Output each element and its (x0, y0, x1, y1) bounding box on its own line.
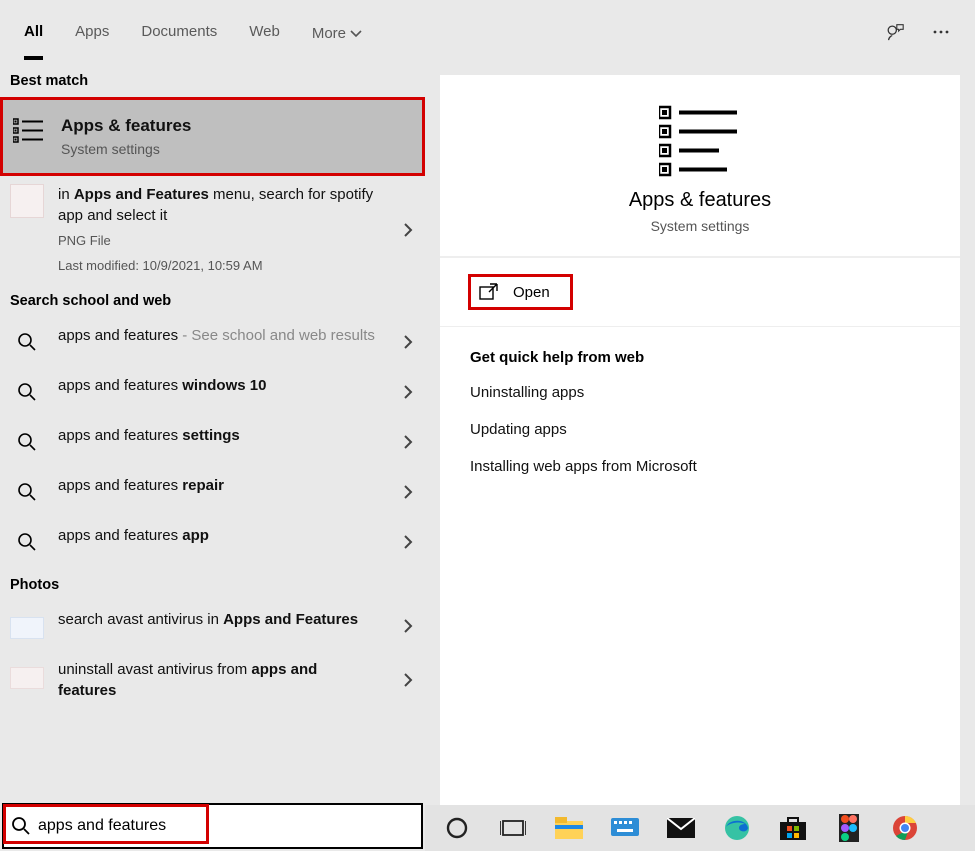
apps-features-list-icon (13, 114, 47, 148)
web-result-text: apps and features app (58, 525, 415, 546)
web-result-text: apps and features windows 10 (58, 375, 415, 396)
photo-result-search-avast[interactable]: search avast antivirus in Apps and Featu… (0, 601, 425, 651)
chevron-right-icon (403, 222, 413, 238)
file-result-type: PNG File (58, 232, 379, 250)
open-external-icon (479, 283, 499, 301)
open-button-label: Open (513, 284, 550, 301)
scope-tabs: All Apps Documents Web More (24, 3, 362, 60)
web-result-text: apps and features repair (58, 475, 415, 496)
cortana-icon[interactable] (441, 812, 473, 844)
help-link-updating[interactable]: Updating apps (470, 421, 930, 438)
results-pane: Best match Apps & features System settin… (0, 63, 425, 851)
web-result-text: apps and features - See school and web r… (58, 325, 415, 346)
figma-icon[interactable] (833, 812, 865, 844)
tab-more-label: More (312, 25, 346, 42)
search-icon (4, 816, 38, 836)
photo-result-text: search avast antivirus in Apps and Featu… (58, 609, 415, 630)
section-best-match: Best match (0, 63, 425, 97)
task-view-icon[interactable] (497, 812, 529, 844)
chevron-right-icon (403, 484, 413, 500)
chevron-right-icon (403, 672, 413, 688)
file-result[interactable]: in Apps and Features menu, search for sp… (0, 176, 425, 282)
file-result-modified: Last modified: 10/9/2021, 10:59 AM (58, 257, 379, 275)
chevron-right-icon (403, 384, 413, 400)
tab-apps[interactable]: Apps (75, 3, 109, 60)
chevron-down-icon (350, 28, 362, 40)
preview-header: Apps & features System settings (440, 75, 960, 257)
feedback-icon[interactable] (885, 22, 905, 42)
tab-all[interactable]: All (24, 3, 43, 60)
file-result-title: in Apps and Features menu, search for sp… (58, 184, 379, 226)
search-header: All Apps Documents Web More (0, 0, 975, 63)
preview-title: Apps & features (629, 189, 771, 212)
chevron-right-icon (403, 434, 413, 450)
tab-documents[interactable]: Documents (141, 3, 217, 60)
search-icon (10, 425, 44, 459)
apps-features-list-icon (659, 105, 741, 177)
help-section-title: Get quick help from web (470, 349, 930, 366)
more-options-icon[interactable] (931, 22, 951, 42)
photo-thumbnail (10, 659, 44, 693)
preview-pane: Apps & features System settings Open Get… (425, 63, 975, 851)
search-icon (10, 325, 44, 359)
tab-more[interactable]: More (312, 3, 362, 60)
taskbar (425, 805, 975, 851)
best-match-result[interactable]: Apps & features System settings (0, 97, 425, 176)
edge-browser-icon[interactable] (721, 812, 753, 844)
web-result-windows10[interactable]: apps and features windows 10 (0, 367, 425, 417)
best-match-title: Apps & features (61, 114, 376, 138)
on-screen-keyboard-icon[interactable] (609, 812, 641, 844)
file-thumbnail (10, 184, 44, 218)
photo-result-uninstall-avast[interactable]: uninstall avast antivirus from apps and … (0, 651, 425, 709)
best-match-subtitle: System settings (61, 140, 376, 160)
section-photos: Photos (0, 567, 425, 601)
web-result-settings[interactable]: apps and features settings (0, 417, 425, 467)
microsoft-store-icon[interactable] (777, 812, 809, 844)
search-box[interactable] (2, 803, 423, 849)
section-school-web: Search school and web (0, 283, 425, 317)
search-input[interactable] (38, 817, 421, 835)
chevron-right-icon (403, 334, 413, 350)
open-button[interactable]: Open (468, 274, 573, 310)
mail-icon[interactable] (665, 812, 697, 844)
photo-thumbnail (10, 609, 44, 643)
web-result-repair[interactable]: apps and features repair (0, 467, 425, 517)
help-link-uninstalling[interactable]: Uninstalling apps (470, 384, 930, 401)
help-link-installing[interactable]: Installing web apps from Microsoft (470, 458, 930, 475)
web-result-text: apps and features settings (58, 425, 415, 446)
web-result-app[interactable]: apps and features app (0, 517, 425, 567)
search-icon (10, 375, 44, 409)
web-result-see-results[interactable]: apps and features - See school and web r… (0, 317, 425, 367)
file-explorer-icon[interactable] (553, 812, 585, 844)
chevron-right-icon (403, 534, 413, 550)
search-icon (10, 475, 44, 509)
preview-subtitle: System settings (651, 218, 750, 234)
tab-web[interactable]: Web (249, 3, 280, 60)
chrome-browser-icon[interactable] (889, 812, 921, 844)
chevron-right-icon (403, 618, 413, 634)
search-icon (10, 525, 44, 559)
photo-result-text: uninstall avast antivirus from apps and … (58, 659, 415, 701)
